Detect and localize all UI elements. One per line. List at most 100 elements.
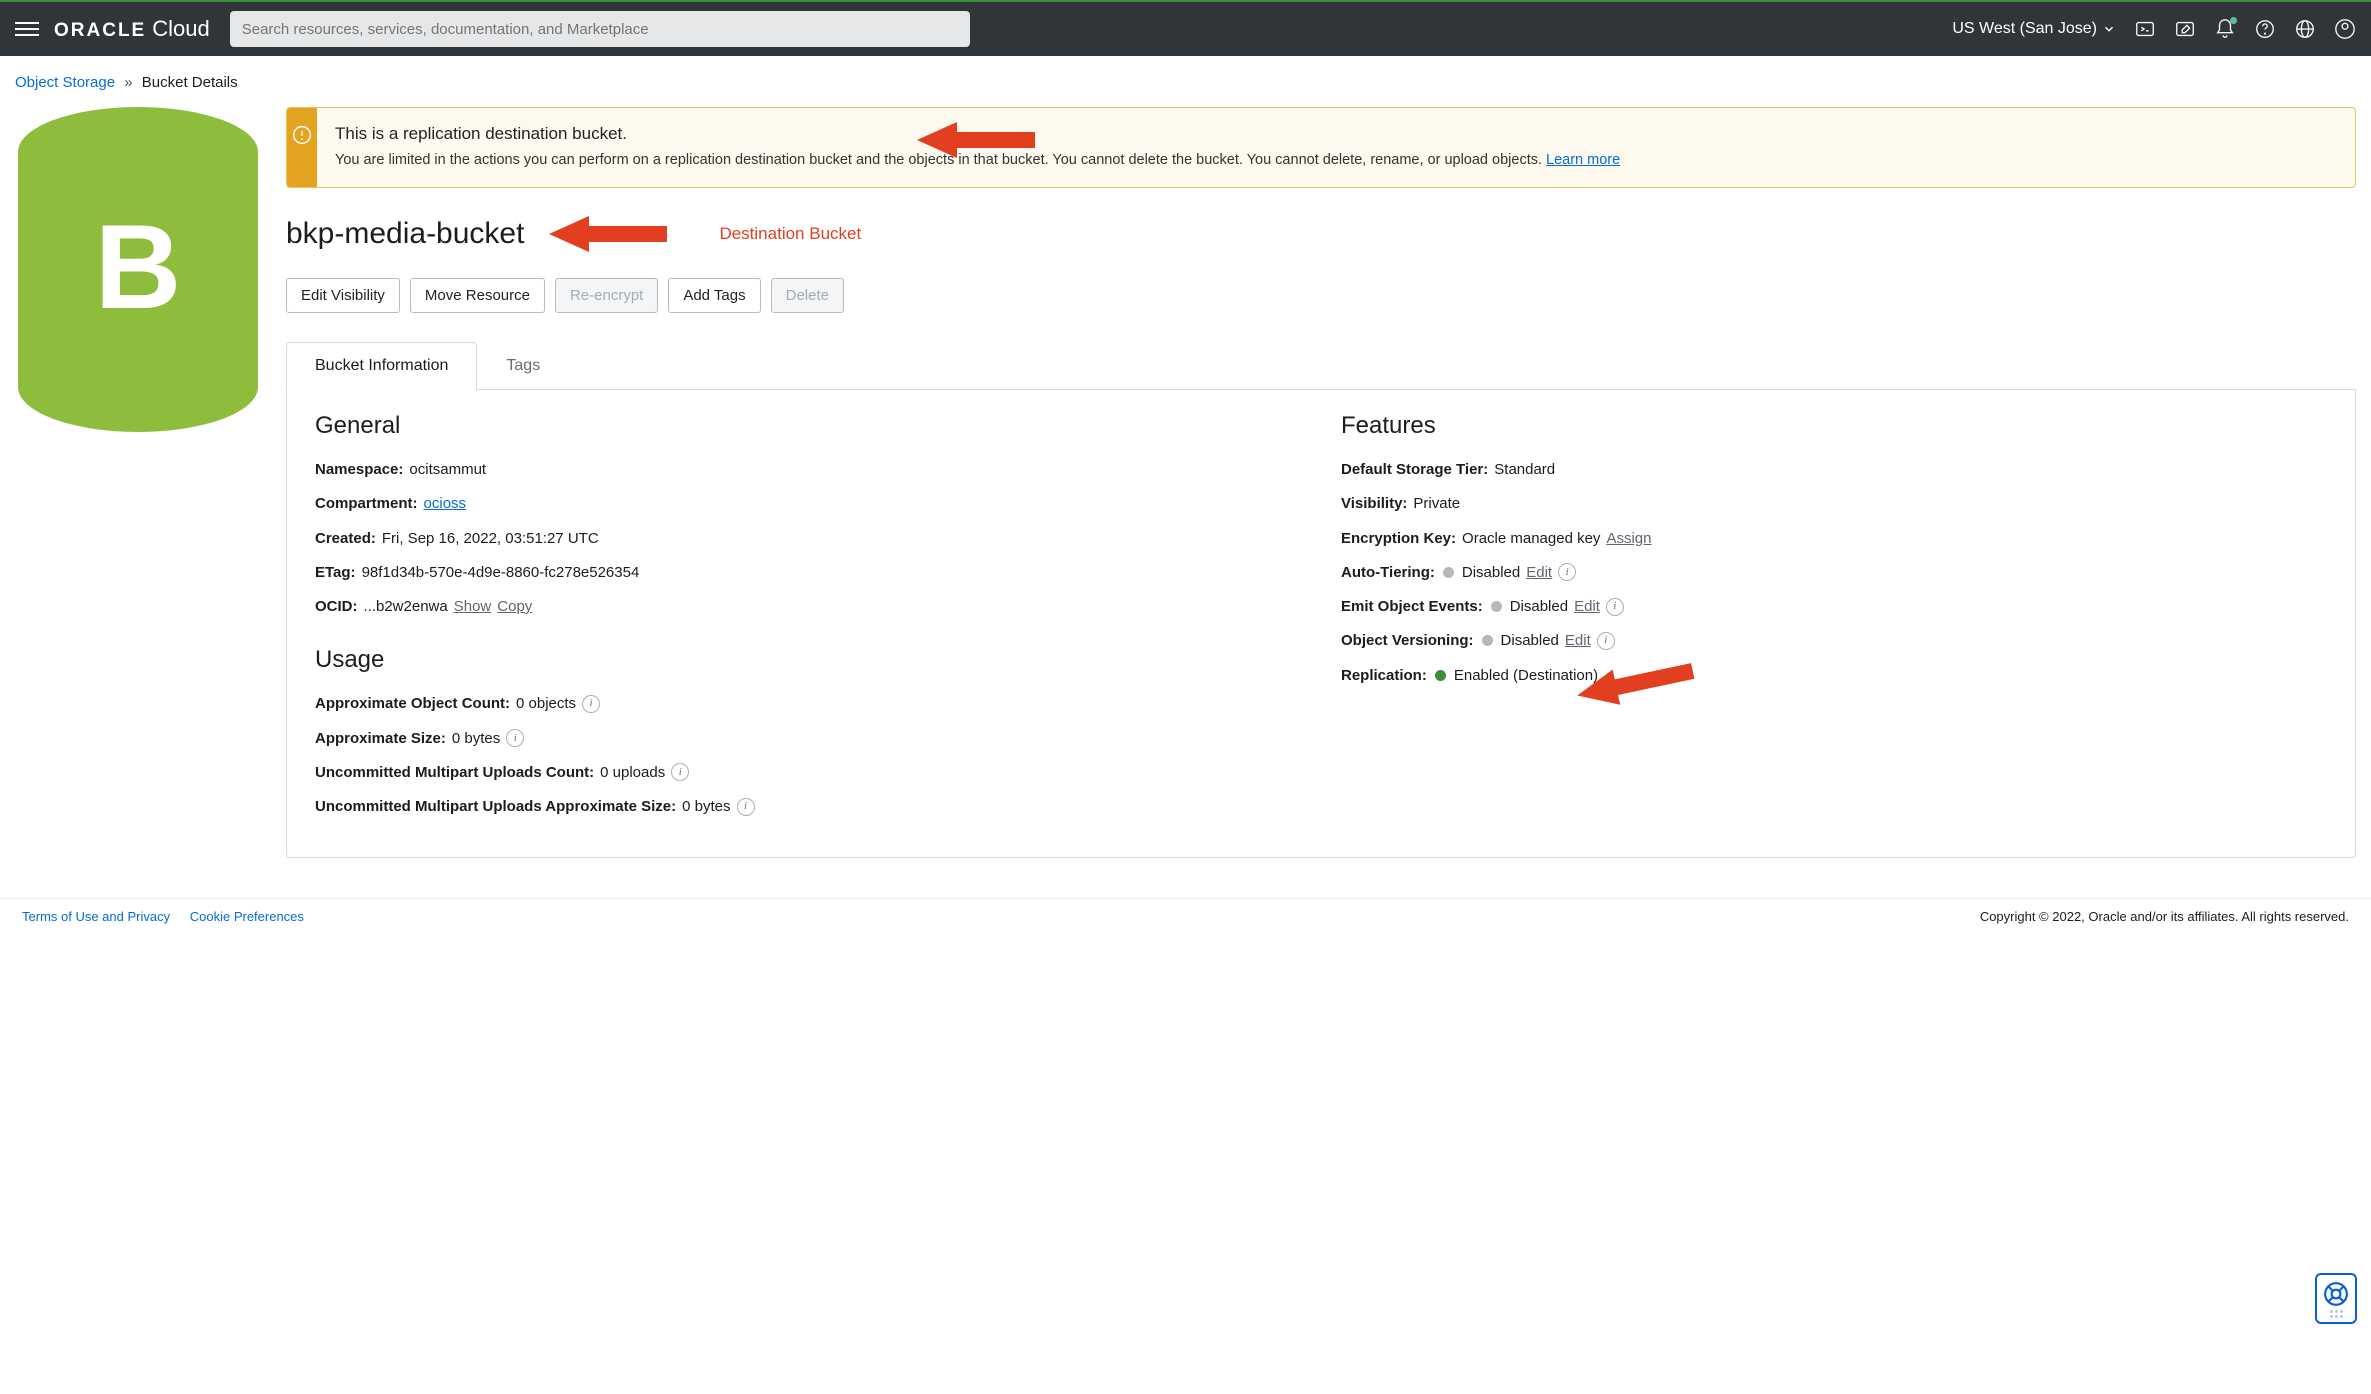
- breadcrumb: Object Storage » Bucket Details: [0, 56, 2371, 97]
- storage-tier-value: Standard: [1494, 458, 1555, 481]
- auto-tiering-label: Auto-Tiering:: [1341, 561, 1435, 584]
- status-dot-disabled-icon: [1491, 601, 1502, 612]
- status-dot-enabled-icon: [1435, 670, 1446, 681]
- help-icon[interactable]: [2254, 18, 2276, 40]
- info-icon[interactable]: i: [506, 729, 524, 747]
- ocid-copy-link[interactable]: Copy: [497, 595, 532, 618]
- global-search-input[interactable]: [230, 11, 970, 47]
- approx-size-value: 0 bytes: [452, 727, 500, 750]
- ocid-value: ...b2w2enwa: [364, 595, 448, 618]
- logo-oracle: ORACLE: [54, 20, 146, 42]
- add-tags-button[interactable]: Add Tags: [668, 278, 760, 313]
- multipart-count-value: 0 uploads: [600, 761, 665, 784]
- compartment-link[interactable]: ocioss: [424, 492, 467, 515]
- namespace-value: ocitsammut: [409, 458, 486, 481]
- banner-text: You are limited in the actions you can p…: [335, 150, 2337, 171]
- edit-visibility-button[interactable]: Edit Visibility: [286, 278, 400, 313]
- help-widget[interactable]: [2315, 1273, 2357, 1324]
- annotation-arrow-icon: [549, 210, 669, 258]
- warning-icon: [292, 125, 312, 145]
- emit-events-edit-link[interactable]: Edit: [1574, 595, 1600, 618]
- lifebuoy-icon: [2323, 1281, 2349, 1307]
- cloud-shell-icon[interactable]: [2134, 18, 2156, 40]
- annotation-arrow-icon: [1576, 659, 1696, 707]
- logo-cloud: Cloud: [152, 16, 209, 42]
- annotation-arrow-icon: [917, 116, 1037, 164]
- ocid-label: OCID:: [315, 595, 358, 618]
- banner-stripe: [287, 108, 317, 187]
- notifications-icon[interactable]: [2214, 18, 2236, 40]
- etag-field: ETag: 98f1d34b-570e-4d9e-8860-fc278e5263…: [315, 561, 1301, 584]
- assign-link[interactable]: Assign: [1606, 527, 1651, 550]
- tab-tags[interactable]: Tags: [477, 342, 569, 390]
- versioning-edit-link[interactable]: Edit: [1565, 629, 1591, 652]
- visibility-value: Private: [1413, 492, 1460, 515]
- info-icon[interactable]: i: [582, 695, 600, 713]
- ocid-field: OCID: ...b2w2enwa Show Copy: [315, 595, 1301, 618]
- cookie-preferences-link[interactable]: Cookie Preferences: [190, 909, 304, 924]
- namespace-field: Namespace: ocitsammut: [315, 458, 1301, 481]
- info-icon[interactable]: i: [737, 798, 755, 816]
- compartment-label: Compartment:: [315, 492, 418, 515]
- delete-button: Delete: [771, 278, 844, 313]
- footer: Terms of Use and Privacy Cookie Preferen…: [0, 898, 2371, 934]
- region-label: US West (San Jose): [1952, 20, 2097, 38]
- object-count-field: Approximate Object Count: 0 objects i: [315, 692, 1301, 715]
- move-resource-button[interactable]: Move Resource: [410, 278, 545, 313]
- annotation-label: Destination Bucket: [719, 224, 861, 244]
- approx-size-field: Approximate Size: 0 bytes i: [315, 727, 1301, 750]
- breadcrumb-separator: »: [124, 74, 132, 91]
- visibility-field: Visibility: Private: [1341, 492, 2327, 515]
- multipart-size-field: Uncommitted Multipart Uploads Approximat…: [315, 795, 1301, 818]
- encryption-field: Encryption Key: Oracle managed key Assig…: [1341, 527, 2327, 550]
- action-button-row: Edit Visibility Move Resource Re-encrypt…: [286, 278, 2356, 313]
- tab-panel-bucket-information: General Namespace: ocitsammut Compartmen…: [286, 390, 2356, 858]
- storage-tier-field: Default Storage Tier: Standard: [1341, 458, 2327, 481]
- learn-more-link[interactable]: Learn more: [1546, 152, 1620, 168]
- reencrypt-button: Re-encrypt: [555, 278, 658, 313]
- info-icon[interactable]: i: [671, 763, 689, 781]
- replication-field: Replication: Enabled (Destination): [1341, 664, 2327, 687]
- emit-events-field: Emit Object Events: Disabled Edit i: [1341, 595, 2327, 618]
- oracle-cloud-logo[interactable]: ORACLE Cloud: [54, 16, 210, 42]
- info-icon[interactable]: i: [1606, 598, 1624, 616]
- versioning-field: Object Versioning: Disabled Edit i: [1341, 629, 2327, 652]
- replication-label: Replication:: [1341, 664, 1427, 687]
- etag-value: 98f1d34b-570e-4d9e-8860-fc278e526354: [362, 561, 640, 584]
- encryption-value: Oracle managed key: [1462, 527, 1600, 550]
- created-value: Fri, Sep 16, 2022, 03:51:27 UTC: [382, 527, 599, 550]
- ocid-show-link[interactable]: Show: [454, 595, 492, 618]
- globe-icon[interactable]: [2294, 18, 2316, 40]
- warning-banner: This is a replication destination bucket…: [286, 107, 2356, 188]
- terms-link[interactable]: Terms of Use and Privacy: [22, 909, 170, 924]
- versioning-value: Disabled: [1501, 629, 1559, 652]
- region-selector[interactable]: US West (San Jose): [1952, 20, 2116, 38]
- hamburger-menu-button[interactable]: [15, 17, 39, 41]
- auto-tiering-edit-link[interactable]: Edit: [1526, 561, 1552, 584]
- object-count-label: Approximate Object Count:: [315, 692, 510, 715]
- features-heading: Features: [1341, 412, 2327, 440]
- usage-heading: Usage: [315, 646, 1301, 674]
- info-icon[interactable]: i: [1558, 563, 1576, 581]
- edit-icon[interactable]: [2174, 18, 2196, 40]
- status-dot-disabled-icon: [1482, 635, 1493, 646]
- created-label: Created:: [315, 527, 376, 550]
- tab-bucket-information[interactable]: Bucket Information: [286, 342, 477, 390]
- bucket-badge: B: [15, 107, 261, 432]
- drag-handle-icon[interactable]: [2330, 1310, 2343, 1318]
- created-field: Created: Fri, Sep 16, 2022, 03:51:27 UTC: [315, 527, 1301, 550]
- encryption-label: Encryption Key:: [1341, 527, 1456, 550]
- breadcrumb-link-object-storage[interactable]: Object Storage: [15, 74, 115, 91]
- visibility-label: Visibility:: [1341, 492, 1407, 515]
- info-icon[interactable]: i: [1597, 632, 1615, 650]
- multipart-size-label: Uncommitted Multipart Uploads Approximat…: [315, 795, 676, 818]
- chevron-down-icon: [2102, 22, 2116, 36]
- storage-tier-label: Default Storage Tier:: [1341, 458, 1488, 481]
- breadcrumb-current: Bucket Details: [142, 74, 238, 91]
- multipart-count-label: Uncommitted Multipart Uploads Count:: [315, 761, 594, 784]
- compartment-field: Compartment: ocioss: [315, 492, 1301, 515]
- auto-tiering-value: Disabled: [1462, 561, 1520, 584]
- profile-icon[interactable]: [2334, 18, 2356, 40]
- tab-list: Bucket Information Tags: [286, 341, 2356, 390]
- approx-size-label: Approximate Size:: [315, 727, 446, 750]
